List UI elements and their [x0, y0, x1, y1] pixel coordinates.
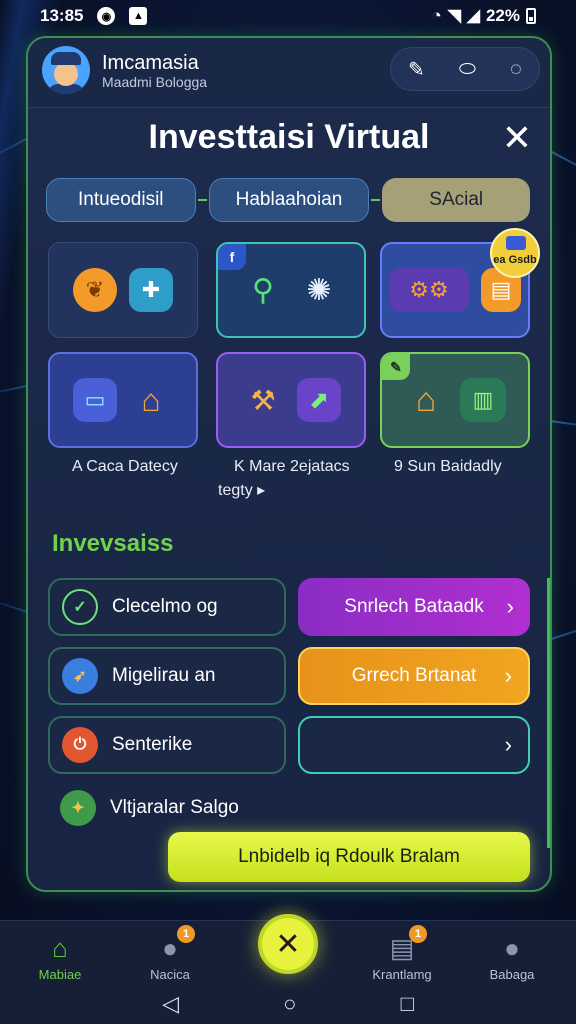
rocket-icon: ➶: [62, 658, 98, 694]
card-wallet[interactable]: ea Gsdb ⚙⚙ ▤: [380, 228, 540, 338]
investment-dialog: Imcamasia Maadmi Bologga ✎ ⬭ ◌ Investtai…: [26, 36, 552, 892]
nav-label: Babaga: [489, 967, 535, 982]
close-icon[interactable]: ✕: [502, 120, 532, 156]
chevron-right-icon: ›: [504, 663, 512, 688]
status-time: 13:85: [40, 6, 84, 25]
profile-name: Imcamasia: [102, 52, 199, 74]
list-item-label: Migelirau an: [112, 665, 216, 686]
list-item-clecelmo[interactable]: ✓ Clecelmo og: [48, 578, 286, 636]
dialog-title: Investtaisi Virtual: [148, 118, 430, 156]
tab-connector: [370, 199, 381, 201]
pencil-icon: ✎: [382, 354, 410, 380]
card-caption-1: A Caca Datecy: [72, 458, 178, 475]
header-actions: ✎ ⬭ ◌: [390, 47, 540, 91]
app-notification-icon: ▲: [129, 7, 148, 25]
list-item-migelirau[interactable]: ➶ Migelirau an: [48, 647, 286, 705]
tab-hablaahoian[interactable]: Hablaahoian: [209, 178, 369, 222]
tab-bar: Intueodisil Hablaahoian SAcial: [46, 178, 530, 222]
chevron-right-icon: ›: [504, 732, 512, 757]
nav-profile[interactable]: ● Babaga: [462, 931, 562, 983]
clipboard-icon: ▤ 1: [385, 925, 427, 965]
tab-sacial[interactable]: SAcial: [382, 178, 530, 222]
nav-label: Krantlamg: [372, 967, 432, 982]
chart-icon: ⬈: [297, 378, 341, 422]
alarm-icon: ◔: [431, 6, 442, 25]
card-document[interactable]: ▭ ⌂: [48, 352, 198, 448]
nav-messages[interactable]: ● 1 Nacica: [120, 925, 220, 982]
search-icon: ⚲: [252, 273, 274, 307]
card-caption-2: K Mare 2ejatacs: [234, 458, 350, 475]
profile-header: Imcamasia Maadmi Bologga ✎ ⬭ ◌: [28, 38, 550, 108]
close-fab-button[interactable]: ✕: [258, 914, 318, 974]
list-item-label: Vltjaralar Salgo: [110, 797, 239, 818]
scroll-indicator[interactable]: [547, 578, 550, 848]
card-caption-3: 9 Sun Baidadly: [394, 458, 502, 475]
section-title: Invevsaiss: [52, 530, 174, 557]
coin-icon: ❦: [73, 268, 117, 312]
edit-icon[interactable]: ✎: [408, 57, 425, 82]
nav-home[interactable]: ⌂ Mabiae: [10, 931, 110, 983]
home-icon: ⌂: [52, 932, 68, 963]
snrlech-button[interactable]: Snrlech Bataadk ›: [298, 578, 530, 636]
grrech-button[interactable]: Grrech Brtanat ›: [298, 647, 530, 705]
notification-badge: 1: [409, 925, 427, 943]
tab-connector: [197, 199, 208, 201]
button-label: Grrech Brtanat: [351, 665, 477, 686]
nav-label: Mabiae: [38, 967, 82, 982]
card-trading[interactable]: ⚒ ⬈: [216, 352, 366, 448]
facebook-icon: f: [218, 244, 246, 270]
list-item-label: Senterike: [112, 734, 193, 755]
primary-cta-button[interactable]: Lnbidelb iq Rdoulk Bralam: [168, 832, 530, 882]
hospital-icon: ✚: [129, 268, 173, 312]
house-icon: ⌂: [141, 381, 161, 418]
chevron-right-icon: ›: [506, 594, 514, 619]
battery-percent: 22%: [485, 6, 520, 25]
notification-icon: ◉: [97, 7, 116, 25]
nav-ranking[interactable]: ▤ 1 Krantlamg: [352, 925, 452, 982]
button-label: Snrlech Bataadk: [344, 596, 484, 617]
network-icon: ✺: [306, 273, 332, 307]
gamepad-icon[interactable]: ⬭: [459, 58, 476, 81]
chat-icon: ● 1: [153, 925, 195, 965]
system-nav-bar: ◁ ○ □: [0, 984, 576, 1024]
close-icon: ✕: [275, 927, 301, 961]
compass-icon: ✦: [60, 790, 96, 826]
card-caption-2b[interactable]: tegty ▸: [218, 480, 265, 502]
check-shield-icon: ✓: [62, 589, 98, 625]
recents-icon[interactable]: □: [401, 991, 414, 1017]
list-item-senterike[interactable]: ⏻ Senterike: [48, 716, 286, 774]
card-search[interactable]: f ⚲ ✺: [216, 242, 366, 338]
bank-icon: ⌂: [415, 380, 437, 419]
user-icon: ●: [504, 932, 520, 963]
notification-badge: 1: [177, 925, 195, 943]
card-bank[interactable]: ✎ ⌂ ▥: [380, 352, 530, 448]
profile-subtitle: Maadmi Bologga: [102, 74, 208, 90]
list-item-label: Clecelmo og: [112, 596, 218, 617]
tab-intueodisil[interactable]: Intueodisil: [46, 178, 196, 222]
offer-badge: ea Gsdb: [490, 228, 540, 278]
battery-icon: [526, 8, 536, 24]
home-circle-icon[interactable]: ○: [283, 991, 296, 1017]
document-icon: ▭: [73, 378, 117, 422]
gears-icon: ⚙⚙: [389, 268, 469, 312]
back-icon[interactable]: ◁: [162, 991, 179, 1017]
signal-icon: ◢: [466, 6, 480, 25]
power-icon: ⏻: [62, 727, 98, 763]
card-coin[interactable]: ❦ ✚: [48, 242, 198, 338]
wifi-icon: ◥: [447, 6, 461, 25]
avatar[interactable]: [42, 46, 90, 94]
nav-label: Nacica: [150, 967, 190, 982]
voice-icon[interactable]: ◌: [510, 58, 522, 81]
growth-chart-icon: ▥: [460, 378, 506, 422]
empty-action-button[interactable]: ›: [298, 716, 530, 774]
status-bar: 13:85 ◉ ▲ ◔ ◥ ◢ 22%: [0, 0, 576, 32]
list-item-vltjaralar[interactable]: ✦ Vltjaralar Salgo: [60, 790, 239, 826]
tools-icon: ⚒: [250, 384, 276, 416]
